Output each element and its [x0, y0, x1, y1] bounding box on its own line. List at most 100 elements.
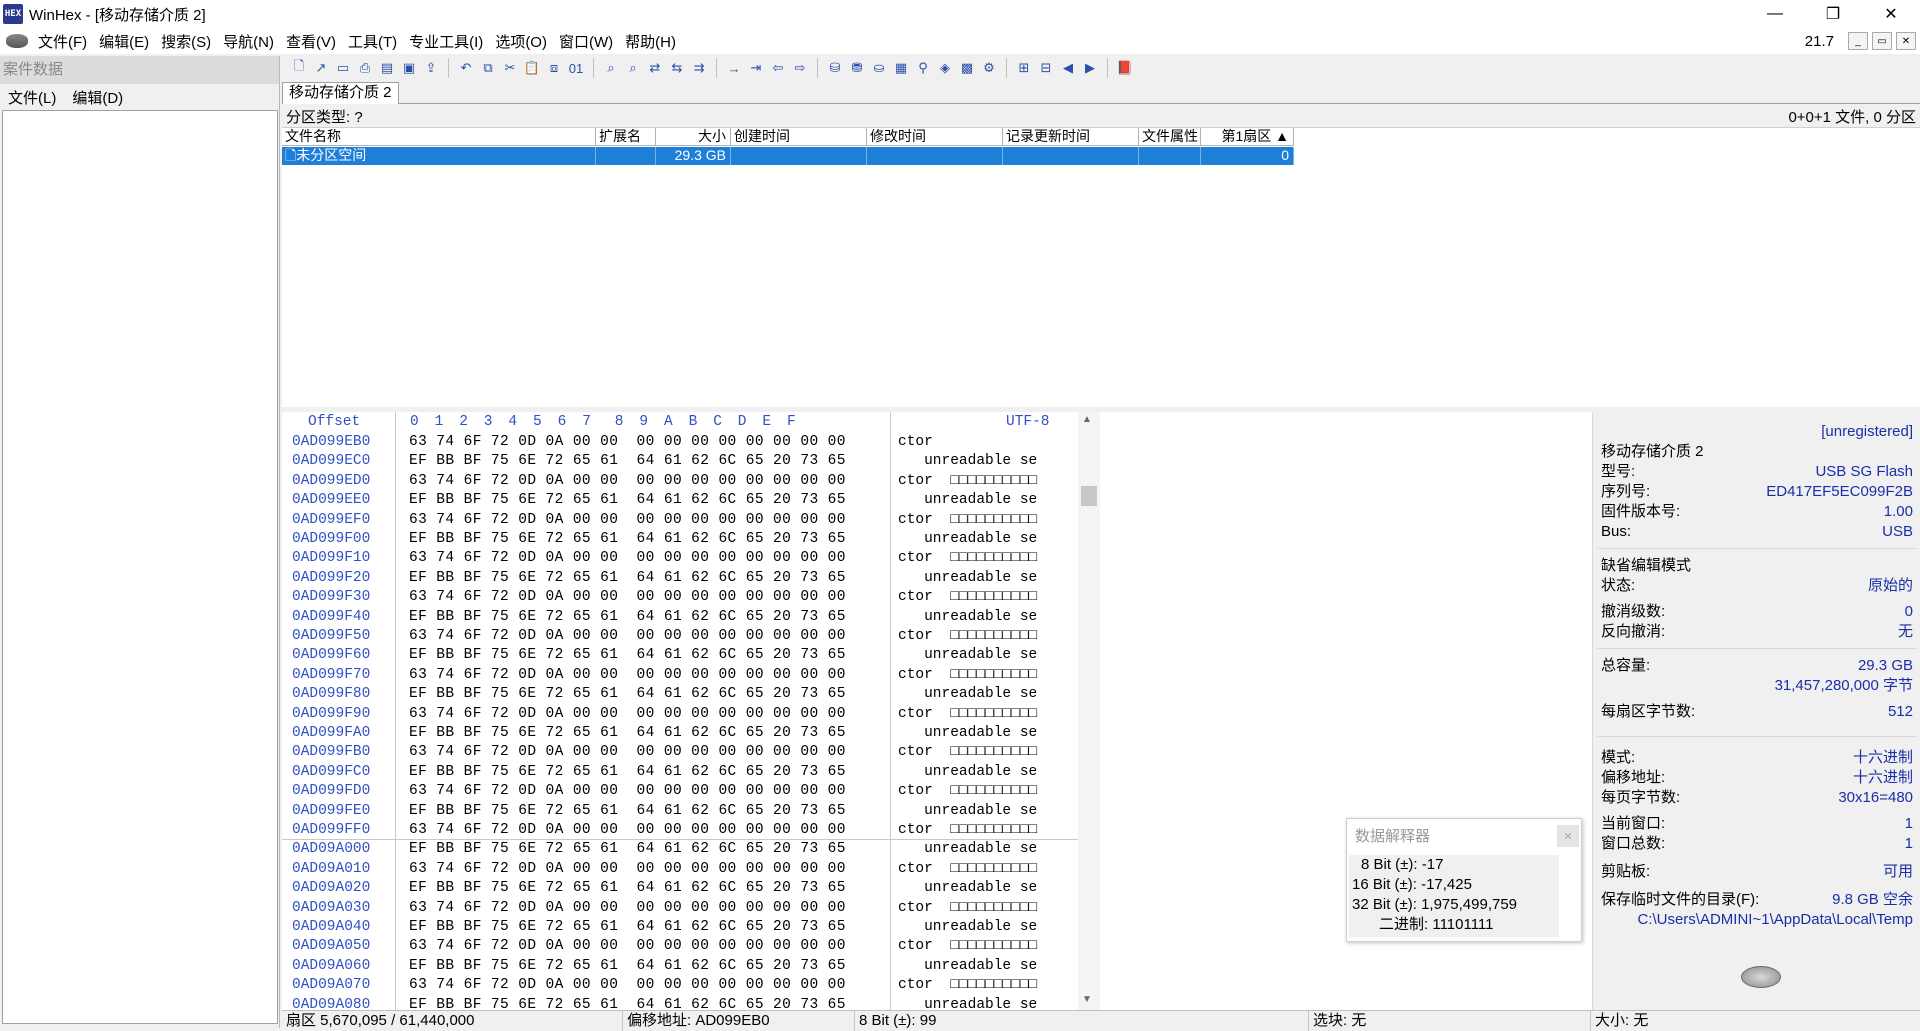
menu-file[interactable]: 文件(F) — [32, 31, 93, 52]
hex-text[interactable]: unreadable se — [898, 531, 1037, 547]
hex-text[interactable]: unreadable se — [898, 647, 1037, 663]
hex-text[interactable]: unreadable se — [898, 958, 1037, 974]
replace-text-icon[interactable]: ⇄ — [646, 59, 664, 77]
cut-icon[interactable]: ✂ — [501, 59, 519, 77]
hex-row[interactable]: 0AD099F70 63 74 6F 72 0D 0A 00 00 00 00 0… — [282, 667, 1078, 686]
hex-bytes[interactable]: EF BB BF 75 6E 72 65 61 64 61 62 6C 65 2… — [409, 919, 846, 935]
scroll-thumb[interactable] — [1081, 486, 1097, 506]
goto-offset-icon[interactable]: → — [725, 59, 743, 77]
print-icon[interactable]: ⎙ — [356, 59, 374, 77]
temp-path-value[interactable]: C:\Users\ADMINI~1\AppData\Local\Temp — [1637, 910, 1913, 930]
mode-value[interactable]: 十六进制 — [1853, 748, 1913, 768]
paste-block-icon[interactable]: ⧈ — [545, 59, 563, 77]
hash-icon[interactable]: ◈ — [936, 59, 954, 77]
hex-bytes[interactable]: 63 74 6F 72 0D 0A 00 00 00 00 00 00 00 0… — [409, 900, 846, 916]
hex-bytes[interactable]: EF BB BF 75 6E 72 65 61 64 61 62 6C 65 2… — [409, 453, 846, 469]
hex-row[interactable]: 0AD09A030 63 74 6F 72 0D 0A 00 00 00 00 0… — [282, 900, 1078, 919]
restore-button[interactable]: ❐ — [1804, 0, 1862, 28]
hex-bytes[interactable]: EF BB BF 75 6E 72 65 61 64 61 62 6C 65 2… — [409, 647, 846, 663]
col-created[interactable]: 创建时间 — [731, 128, 867, 146]
hex-bytes[interactable]: 63 74 6F 72 0D 0A 00 00 00 00 00 00 00 0… — [409, 512, 846, 528]
template-icon[interactable]: ⊞ — [1015, 59, 1033, 77]
hex-bytes[interactable]: 63 74 6F 72 0D 0A 00 00 00 00 00 00 00 0… — [409, 589, 846, 605]
hex-bytes[interactable]: EF BB BF 75 6E 72 65 61 64 61 62 6C 65 2… — [409, 570, 846, 586]
hex-text[interactable]: ctor — [898, 434, 933, 450]
hex-bytes[interactable]: 63 74 6F 72 0D 0A 00 00 00 00 00 00 00 0… — [409, 938, 846, 954]
hex-text[interactable]: ctor □□□□□□□□□□ — [898, 550, 1037, 566]
hex-row[interactable]: 0AD099F50 63 74 6F 72 0D 0A 00 00 00 00 0… — [282, 628, 1078, 647]
tab-removable-media-2[interactable]: 移动存储介质 2 — [282, 82, 399, 104]
col-first-sector[interactable]: 第1扇区 ▲ — [1201, 128, 1294, 146]
hex-row[interactable]: 0AD09A070 63 74 6F 72 0D 0A 00 00 00 00 0… — [282, 977, 1078, 996]
hex-text[interactable]: unreadable se — [898, 492, 1037, 508]
open-folder-icon[interactable]: ▣ — [400, 59, 418, 77]
hex-text[interactable]: ctor □□□□□□□□□□ — [898, 589, 1037, 605]
hex-bytes[interactable]: EF BB BF 75 6E 72 65 61 64 61 62 6C 65 2… — [409, 803, 846, 819]
undo-icon[interactable]: ↶ — [457, 59, 475, 77]
case-menu-edit[interactable]: 编辑(D) — [64, 87, 131, 108]
settings-icon[interactable]: ⚙ — [980, 59, 998, 77]
hex-text[interactable]: ctor □□□□□□□□□□ — [898, 744, 1037, 760]
clipboard-value[interactable]: 可用 — [1883, 862, 1913, 882]
menu-view[interactable]: 查看(V) — [280, 31, 342, 52]
menu-pro-tools[interactable]: 专业工具(I) — [403, 31, 489, 52]
goto-sector-icon[interactable]: ⇥ — [747, 59, 765, 77]
forward-icon[interactable]: ⇨ — [791, 59, 809, 77]
hex-row[interactable]: 0AD099F30 63 74 6F 72 0D 0A 00 00 00 00 0… — [282, 589, 1078, 608]
hex-text[interactable]: unreadable se — [898, 880, 1037, 896]
hex-text[interactable]: unreadable se — [898, 453, 1037, 469]
new-file-icon[interactable]: 🗋 — [290, 58, 308, 77]
hex-bytes[interactable]: 63 74 6F 72 0D 0A 00 00 00 00 00 00 00 0… — [409, 628, 846, 644]
offset-addr-value[interactable]: 十六进制 — [1853, 768, 1913, 788]
hex-text[interactable]: ctor □□□□□□□□□□ — [898, 977, 1037, 993]
menu-search[interactable]: 搜索(S) — [155, 31, 217, 52]
hex-row[interactable]: 0AD099FA0 EF BB BF 75 6E 72 65 61 64 61 6… — [282, 725, 1078, 744]
calculator-icon[interactable]: ▩ — [958, 59, 976, 77]
hex-bytes[interactable]: 63 74 6F 72 0D 0A 00 00 00 00 00 00 00 0… — [409, 434, 846, 450]
hex-bytes[interactable]: 63 74 6F 72 0D 0A 00 00 00 00 00 00 00 0… — [409, 783, 846, 799]
menu-edit[interactable]: 编辑(E) — [93, 31, 155, 52]
hex-bytes[interactable]: 63 74 6F 72 0D 0A 00 00 00 00 00 00 00 0… — [409, 977, 846, 993]
hex-bytes[interactable]: 63 74 6F 72 0D 0A 00 00 00 00 00 00 00 0… — [409, 822, 846, 838]
hex-row[interactable]: 0AD099F60 EF BB BF 75 6E 72 65 61 64 61 6… — [282, 647, 1078, 666]
bpp-value[interactable]: 30x16=480 — [1838, 788, 1913, 808]
save-icon[interactable]: ▭ — [334, 59, 352, 77]
hex-text[interactable]: unreadable se — [898, 803, 1037, 819]
col-attributes[interactable]: 文件属性 — [1139, 128, 1201, 146]
menu-navigate[interactable]: 导航(N) — [217, 31, 280, 52]
col-size[interactable]: 大小 — [656, 128, 731, 146]
table-icon[interactable]: ⊟ — [1037, 59, 1055, 77]
hex-text[interactable]: ctor □□□□□□□□□□ — [898, 628, 1037, 644]
properties-icon[interactable]: ▤ — [378, 59, 396, 77]
scroll-down-icon[interactable]: ▼ — [1082, 994, 1092, 1005]
hex-row[interactable]: 0AD09A050 63 74 6F 72 0D 0A 00 00 00 00 0… — [282, 938, 1078, 957]
menu-options[interactable]: 选项(O) — [489, 31, 553, 52]
paste-icon[interactable]: 📋 — [523, 59, 541, 77]
close-button[interactable]: ✕ — [1862, 0, 1920, 28]
hex-bytes[interactable]: 63 74 6F 72 0D 0A 00 00 00 00 00 00 00 0… — [409, 706, 846, 722]
hex-bytes[interactable]: EF BB BF 75 6E 72 65 61 64 61 62 6C 65 2… — [409, 958, 846, 974]
hex-text[interactable]: ctor □□□□□□□□□□ — [898, 861, 1037, 877]
hex-text[interactable]: unreadable se — [898, 764, 1037, 780]
hex-bytes[interactable]: 63 74 6F 72 0D 0A 00 00 00 00 00 00 00 0… — [409, 744, 846, 760]
hex-text[interactable]: ctor □□□□□□□□□□ — [898, 667, 1037, 683]
hex-row[interactable]: 0AD099FD0 63 74 6F 72 0D 0A 00 00 00 00 0… — [282, 783, 1078, 802]
hex-text[interactable]: ctor □□□□□□□□□□ — [898, 512, 1037, 528]
hex-text[interactable]: unreadable se — [898, 609, 1037, 625]
col-ext[interactable]: 扩展名 — [596, 128, 656, 146]
hex-bytes[interactable]: 63 74 6F 72 0D 0A 00 00 00 00 00 00 00 0… — [409, 861, 846, 877]
analyze-icon[interactable]: ⚲ — [914, 59, 932, 77]
hex-bytes[interactable]: EF BB BF 75 6E 72 65 61 64 61 62 6C 65 2… — [409, 609, 846, 625]
find-next-icon[interactable]: ⇉ — [690, 59, 708, 77]
mdi-minimize-button[interactable]: _ — [1848, 32, 1868, 50]
hex-text[interactable]: ctor □□□□□□□□□□ — [898, 473, 1037, 489]
hex-bytes[interactable]: 63 74 6F 72 0D 0A 00 00 00 00 00 00 00 0… — [409, 473, 846, 489]
hex-text[interactable]: ctor □□□□□□□□□□ — [898, 938, 1037, 954]
interpreter-close-icon[interactable]: ✕ — [1557, 825, 1579, 847]
hex-text[interactable]: unreadable se — [898, 686, 1037, 702]
hex-text[interactable]: ctor □□□□□□□□□□ — [898, 900, 1037, 916]
hex-bytes[interactable]: EF BB BF 75 6E 72 65 61 64 61 62 6C 65 2… — [409, 764, 846, 780]
hex-row[interactable]: 0AD099ED0 63 74 6F 72 0D 0A 00 00 00 00 0… — [282, 473, 1078, 492]
hex-bytes[interactable]: EF BB BF 75 6E 72 65 61 64 61 62 6C 65 2… — [409, 686, 846, 702]
hex-charset-header[interactable]: UTF-8 — [1006, 414, 1050, 430]
